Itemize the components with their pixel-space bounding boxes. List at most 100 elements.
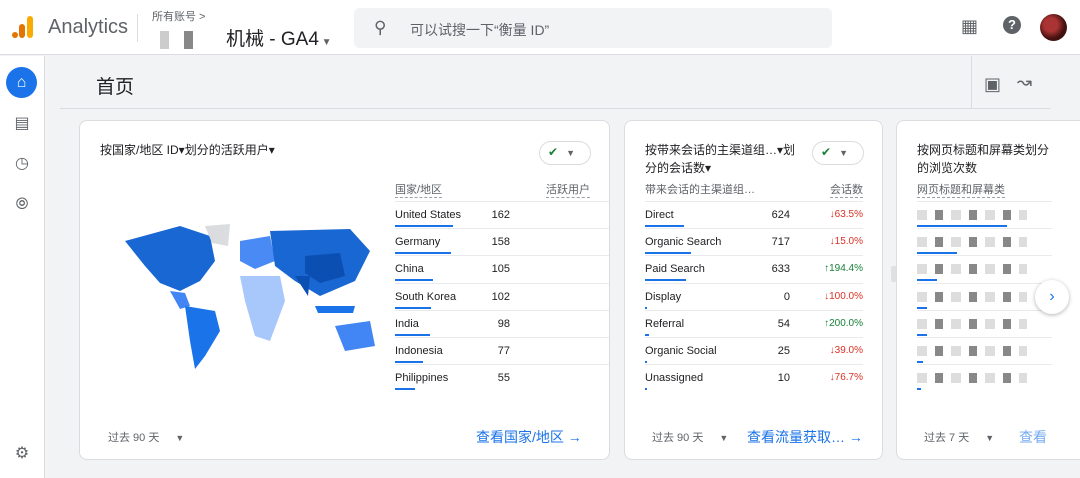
column-header-active-users[interactable]: 活跃用户 bbox=[546, 181, 590, 198]
home-icon[interactable]: ⌂ bbox=[6, 67, 37, 98]
column-header-sessions[interactable]: 会话数 bbox=[830, 181, 863, 198]
table-row[interactable]: South Korea102↑3.0% bbox=[395, 282, 609, 310]
advertising-icon[interactable]: ⦾ bbox=[11, 194, 33, 216]
table-row[interactable] bbox=[917, 282, 1052, 310]
customize-icon[interactable]: ▣ bbox=[984, 74, 1001, 95]
table-row[interactable]: Unassigned 10 ↓76.7% bbox=[645, 364, 863, 391]
redacted-text bbox=[917, 373, 1027, 384]
card-title[interactable]: 按国家/地区 ID▾划分的活跃用户▾ bbox=[100, 141, 275, 159]
share-bar bbox=[645, 225, 685, 227]
row-label: Germany bbox=[395, 236, 441, 249]
row-value: 158 bbox=[491, 236, 510, 249]
date-range-selector[interactable]: 过去 90 天 ▼ bbox=[108, 429, 184, 445]
table-row[interactable] bbox=[917, 337, 1052, 364]
explore-icon[interactable]: ◷ bbox=[11, 152, 33, 174]
next-card-button[interactable]: › bbox=[1035, 280, 1069, 314]
table-row[interactable]: Display 0 ↓100.0% bbox=[645, 282, 863, 310]
row-value: 10 bbox=[777, 372, 790, 385]
column-header-channel[interactable]: 带来会话的主渠道组… bbox=[645, 181, 755, 197]
column-header-page-title[interactable]: 网页标题和屏幕类 bbox=[917, 181, 1005, 198]
row-label: Referral bbox=[645, 317, 685, 330]
redacted-text bbox=[917, 264, 1027, 275]
status-check-dropdown[interactable]: ✔ ▼ bbox=[812, 141, 864, 165]
top-bar: Analytics 所有账号 > 机械 - GA4 ▼ ⚲ 可以试搜一下“衡量 I… bbox=[0, 0, 1080, 55]
view-traffic-acquisition-link[interactable]: 查看流量获取… → bbox=[747, 427, 863, 447]
change-value: 76.7% bbox=[834, 372, 863, 384]
table-row[interactable] bbox=[917, 201, 1052, 228]
change-value: 100.0% bbox=[829, 290, 863, 302]
row-value: 102 bbox=[491, 290, 510, 303]
table-row[interactable]: Germany158↓87.2% bbox=[395, 228, 609, 255]
card-title[interactable]: 按带来会话的主渠道组…▾划分的会话数▾ bbox=[645, 141, 805, 177]
link-label: 查看国家/地区 bbox=[476, 429, 564, 445]
share-bar bbox=[917, 252, 957, 255]
divider bbox=[971, 56, 972, 108]
table-row[interactable]: Referral 54 ↑200.0% bbox=[645, 309, 863, 337]
table-row[interactable]: India98↓4.9% bbox=[395, 309, 609, 337]
search-input[interactable]: ⚲ 可以试搜一下“衡量 ID” bbox=[354, 8, 832, 48]
table-row[interactable] bbox=[917, 228, 1052, 255]
row-label: Display bbox=[645, 290, 682, 303]
share-bar bbox=[917, 279, 937, 282]
breadcrumb[interactable]: 所有账号 > bbox=[152, 8, 205, 24]
row-label: Organic Search bbox=[645, 236, 722, 249]
table-row[interactable]: Indonesia77↑2.7% bbox=[395, 337, 609, 364]
share-bar bbox=[395, 252, 452, 255]
table-row[interactable]: Organic Search 717 ↓15.0% bbox=[645, 228, 863, 255]
share-bar bbox=[645, 252, 691, 255]
share-bar bbox=[917, 388, 921, 391]
page-title: 首页 bbox=[96, 77, 135, 98]
redacted-text bbox=[917, 210, 1027, 220]
row-change: ↑194.4% bbox=[808, 263, 863, 274]
property-selector[interactable]: 机械 - GA4 ▼ bbox=[160, 24, 332, 51]
row-value: 98 bbox=[497, 317, 510, 330]
share-bar bbox=[395, 388, 415, 391]
row-value: 717 bbox=[771, 236, 790, 249]
share-bar bbox=[645, 388, 647, 391]
status-check-dropdown[interactable]: ✔ ▼ bbox=[539, 141, 591, 165]
card-active-users-by-country: 按国家/地区 ID▾划分的活跃用户▾ ✔ ▼ 国家/地区 活跃用户 United … bbox=[79, 120, 610, 460]
table-row[interactable]: Paid Search 633 ↑194.4% bbox=[645, 255, 863, 282]
row-label: Direct bbox=[645, 209, 674, 221]
row-value: 55 bbox=[497, 372, 510, 385]
map-north-america bbox=[125, 226, 215, 291]
table-row[interactable] bbox=[917, 364, 1052, 391]
settings-gear-icon[interactable]: ⚙ bbox=[11, 442, 33, 464]
date-range-label: 过去 90 天 bbox=[108, 432, 160, 444]
view-pages-link[interactable]: 查看 bbox=[1019, 427, 1047, 447]
apps-grid-icon[interactable]: ▦ bbox=[961, 16, 978, 37]
reports-icon[interactable]: ▤ bbox=[11, 112, 33, 134]
chevron-down-icon: ▼ bbox=[985, 433, 995, 443]
view-countries-link[interactable]: 查看国家/地区 → bbox=[476, 427, 582, 447]
table-row[interactable] bbox=[917, 255, 1052, 282]
change-value: 39.0% bbox=[834, 345, 863, 356]
change-value: 15.0% bbox=[834, 236, 863, 248]
table-row[interactable]: United States162↑1.9% bbox=[395, 201, 609, 228]
chevron-down-icon: ▼ bbox=[175, 433, 185, 443]
avatar[interactable] bbox=[1040, 14, 1067, 41]
table-row[interactable] bbox=[917, 309, 1052, 337]
insights-icon[interactable]: ↝ bbox=[1017, 72, 1032, 93]
row-label: United States bbox=[395, 209, 462, 221]
row-change: ↓39.0% bbox=[808, 345, 863, 356]
row-change: ↓63.5% bbox=[808, 209, 863, 220]
row-value: 0 bbox=[783, 290, 790, 303]
search-icon: ⚲ bbox=[374, 18, 387, 37]
row-change: ↓15.0% bbox=[808, 236, 863, 247]
redacted-text bbox=[160, 30, 220, 49]
table-row[interactable]: Philippines55↑48.6% bbox=[395, 364, 609, 391]
date-range-selector[interactable]: 过去 90 天 ▼ bbox=[652, 429, 728, 445]
help-icon[interactable]: ? bbox=[1003, 16, 1021, 34]
analytics-logo-icon bbox=[12, 16, 33, 38]
date-range-selector[interactable]: 过去 7 天 ▼ bbox=[924, 429, 994, 445]
table-row[interactable]: Organic Social 25 ↓39.0% bbox=[645, 337, 863, 364]
redacted-text bbox=[917, 346, 1027, 356]
table-row[interactable]: Direct 624 ↓63.5% bbox=[645, 201, 863, 228]
share-bar bbox=[645, 279, 686, 282]
row-label: Unassigned bbox=[645, 372, 704, 385]
share-bar bbox=[917, 361, 923, 363]
table-row[interactable]: China105↓0.9% bbox=[395, 255, 609, 282]
card-title[interactable]: 按网页标题和屏幕类划分的浏览次数 bbox=[917, 141, 1052, 177]
share-bar bbox=[395, 279, 433, 282]
column-header-country[interactable]: 国家/地区 bbox=[395, 181, 443, 198]
